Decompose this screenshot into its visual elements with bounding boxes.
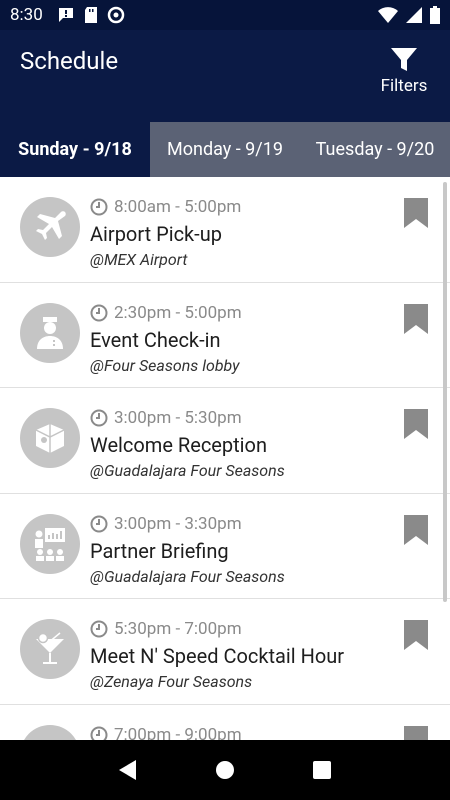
event-time: 3:00pm - 5:30pm [114, 408, 242, 428]
back-triangle-icon [119, 760, 137, 780]
event-title: Airport Pick-up [90, 222, 222, 246]
clock-icon [90, 198, 108, 216]
event-location: @Four Seasons lobby [90, 355, 240, 375]
sd-card-icon [84, 7, 97, 23]
wifi-icon [378, 7, 398, 23]
presentation-icon [35, 527, 65, 561]
event-list: 8:00am - 5:00pm Airport Pick-up @MEX Air… [0, 177, 450, 740]
event-time: 5:30pm - 7:00pm [114, 619, 242, 639]
battery-icon [430, 6, 440, 24]
clock-icon [90, 726, 108, 740]
clock-icon [90, 620, 108, 638]
scrollbar[interactable] [443, 182, 447, 602]
bookmark-icon[interactable] [404, 620, 428, 650]
event-location: @Zenaya Four Seasons [90, 672, 253, 691]
event-time: 7:00pm - 9:00pm [114, 724, 242, 741]
bookmark-icon[interactable] [404, 198, 428, 228]
event-row[interactable]: 8:00am - 5:00pm Airport Pick-up @MEX Air… [0, 177, 450, 283]
home-circle-icon [215, 761, 234, 779]
system-nav-bar [0, 740, 450, 800]
app-bar: Schedule Filters [0, 30, 450, 122]
day-tabs: Sunday - 9/18 Monday - 9/19 Tuesday - 9/… [0, 122, 450, 177]
filter-icon [391, 48, 417, 71]
event-time: 3:00pm - 3:30pm [114, 513, 242, 534]
event-avatar [20, 302, 80, 363]
status-time: 8:30 [10, 5, 43, 25]
clock-icon [90, 409, 108, 427]
event-avatar [20, 619, 80, 679]
event-title: Meet N' Speed Cocktail Hour [90, 644, 345, 668]
event-time: 8:00am - 5:00pm [114, 197, 242, 217]
event-location: @MEX Airport [90, 250, 188, 269]
home-button[interactable] [205, 750, 245, 790]
recents-square-icon [312, 761, 331, 779]
message-notification-icon [58, 8, 73, 22]
page-title: Schedule [20, 47, 119, 75]
gift-box-icon [35, 424, 65, 453]
event-avatar [20, 724, 80, 740]
bookmark-icon[interactable] [404, 409, 428, 439]
tab-tuesday[interactable]: Tuesday - 9/20 [300, 122, 450, 177]
back-button[interactable] [108, 750, 148, 790]
tab-monday[interactable]: Monday - 9/19 [150, 122, 300, 177]
event-time: 2:30pm - 5:00pm [114, 302, 242, 323]
cellular-signal-icon [406, 7, 422, 23]
event-title: Event Check-in [90, 327, 221, 352]
status-bar: 8:30 [0, 0, 450, 30]
filters-button[interactable]: Filters [376, 46, 432, 102]
event-location: @Guadalajara Four Seasons [90, 461, 285, 480]
clock-icon [90, 304, 108, 321]
no-disturb-icon [107, 6, 125, 24]
event-title: Welcome Reception [90, 433, 267, 457]
event-title: Partner Briefing [90, 538, 229, 563]
bookmark-icon[interactable] [404, 725, 428, 741]
event-avatar [20, 408, 80, 468]
recents-button[interactable] [302, 750, 342, 790]
cocktail-icon [36, 632, 64, 664]
event-avatar [20, 513, 80, 574]
tab-sunday[interactable]: Sunday - 9/18 [0, 122, 150, 177]
event-row[interactable]: 2:30pm - 5:00pm Event Check-in @Four Sea… [0, 283, 450, 388]
filters-label: Filters [380, 76, 428, 96]
bookmark-icon[interactable] [404, 514, 428, 545]
event-location: @Guadalajara Four Seasons [90, 566, 285, 586]
clock-icon [90, 515, 108, 532]
event-row[interactable]: 3:00pm - 3:30pm Partner Briefing @Guadal… [0, 494, 450, 599]
event-row[interactable]: 3:00pm - 5:30pm Welcome Reception @Guada… [0, 388, 450, 494]
bookmark-icon[interactable] [404, 303, 428, 334]
airplane-icon [36, 211, 66, 240]
event-row[interactable]: 7:00pm - 9:00pm [0, 705, 450, 741]
event-row[interactable]: 5:30pm - 7:00pm Meet N' Speed Cocktail H… [0, 599, 450, 705]
event-avatar [20, 197, 80, 257]
concierge-icon [37, 316, 63, 349]
